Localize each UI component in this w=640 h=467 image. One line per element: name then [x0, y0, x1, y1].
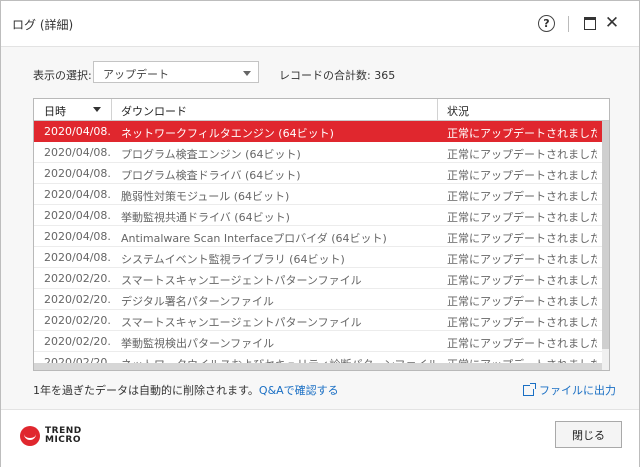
vertical-scrollbar[interactable]	[602, 121, 609, 370]
cell-download: 挙動監視検出パターンファイル	[121, 337, 275, 350]
cell-download: スマートスキャンエージェントパターンファイル	[121, 316, 362, 329]
table-row[interactable]: 2020/04/08... プログラム検査ドライバ (64ビット) 正常にアップデー…	[34, 163, 602, 184]
logo-line-2: MICRO	[45, 435, 81, 445]
table-row[interactable]: 2020/04/08... システムイベント監視ライブラリ (64ビット) 正常にア…	[34, 247, 602, 268]
table-row[interactable]: 2020/02/20... デジタル署名パターンファイル 正常にアップデートされまし…	[34, 289, 602, 310]
filter-select[interactable]: アップデート	[93, 61, 259, 83]
table-row[interactable]: 2020/04/08... プログラム検査エンジン (64ビット) 正常にアップデー…	[34, 142, 602, 163]
cell-download: Antimalware Scan Interfaceプロバイダ (64ビット)	[121, 232, 387, 245]
bottom-bar: TREND MICRO 閉じる	[1, 409, 639, 467]
table-row[interactable]: 2020/04/08... ネットワークフィルタエンジン (64ビット) 正常にアッ…	[34, 121, 602, 142]
log-table: 日時 ダウンロード 状況 2020/04/08... ネットワークフィルタエンジン…	[33, 98, 610, 371]
export-file-link[interactable]: ファイルに出力	[523, 382, 616, 398]
horizontal-scrollbar[interactable]	[34, 363, 602, 370]
external-link-icon	[523, 382, 536, 396]
vertical-scroll-thumb[interactable]	[602, 121, 609, 349]
column-divider[interactable]	[437, 99, 438, 120]
table-row[interactable]: 2020/02/20... スマートスキャンエージェントパターンファイル 正常にアッ…	[34, 310, 602, 331]
column-header-status[interactable]: 状況	[447, 103, 469, 119]
cell-date: 2020/04/08...	[44, 230, 112, 243]
cell-date: 2020/04/08...	[44, 188, 112, 201]
cell-date: 2020/02/20...	[44, 314, 112, 327]
cell-date: 2020/04/08...	[44, 167, 112, 180]
table-row[interactable]: 2020/04/08... Antimalware Scan Interfaceプ…	[34, 226, 602, 247]
cell-status: 正常にアップデートされました	[447, 127, 597, 140]
cell-status: 正常にアップデートされました	[447, 274, 597, 287]
horizontal-scroll-thumb[interactable]	[34, 363, 602, 370]
cell-date: 2020/02/20...	[44, 335, 112, 348]
close-button[interactable]: 閉じる	[555, 421, 622, 448]
chevron-down-icon	[243, 71, 251, 76]
cell-date: 2020/02/20...	[44, 293, 112, 306]
trend-micro-logo: TREND MICRO	[20, 426, 82, 446]
retention-note-text: 1年を過ぎたデータは自動的に削除されます。	[33, 384, 259, 397]
cell-status: 正常にアップデートされました	[447, 316, 597, 329]
maximize-icon[interactable]	[580, 13, 600, 33]
cell-download: スマートスキャンエージェントパターンファイル	[121, 274, 362, 287]
table-row[interactable]: 2020/02/20... 挙動監視検出パターンファイル 正常にアップデートされまし…	[34, 331, 602, 352]
titlebar-divider	[568, 16, 569, 32]
record-count: レコードの合計数: 365	[279, 69, 396, 82]
filter-selected-value: アップデート	[103, 68, 169, 81]
cell-status: 正常にアップデートされました	[447, 169, 597, 182]
cell-download: システムイベント監視ライブラリ (64ビット)	[121, 253, 345, 266]
cell-download: 脆弱性対策モジュール (64ビット)	[121, 190, 290, 203]
table-header: 日時 ダウンロード 状況	[34, 99, 609, 121]
help-icon[interactable]: ?	[538, 15, 555, 32]
qa-link[interactable]: Q&Aで確認する	[259, 384, 339, 397]
cell-download: 挙動監視共通ドライバ (64ビット)	[121, 211, 290, 224]
export-file-label: ファイルに出力	[539, 384, 616, 397]
cell-date: 2020/02/20...	[44, 272, 112, 285]
cell-status: 正常にアップデートされました	[447, 295, 597, 308]
cell-download: プログラム検査ドライバ (64ビット)	[121, 169, 301, 182]
column-header-download[interactable]: ダウンロード	[121, 103, 187, 119]
table-row[interactable]: 2020/04/08... 挙動監視共通ドライバ (64ビット) 正常にアップデート…	[34, 205, 602, 226]
column-header-date[interactable]: 日時	[44, 103, 66, 119]
title-bar: ログ (詳細) ? ✕	[1, 1, 639, 47]
retention-note: 1年を過ぎたデータは自動的に削除されます。Q&Aで確認する	[33, 382, 339, 398]
logo-text: TREND MICRO	[45, 427, 82, 445]
cell-status: 正常にアップデートされました	[447, 253, 597, 266]
cell-status: 正常にアップデートされました	[447, 148, 597, 161]
cell-status: 正常にアップデートされました	[447, 232, 597, 245]
table-row[interactable]: 2020/04/08... 脆弱性対策モジュール (64ビット) 正常にアップデート…	[34, 184, 602, 205]
trend-micro-logo-icon	[20, 426, 40, 446]
table-body: 2020/04/08... ネットワークフィルタエンジン (64ビット) 正常にアッ…	[34, 121, 602, 370]
cell-date: 2020/04/08...	[44, 251, 112, 264]
log-detail-window: ログ (詳細) ? ✕ 表示の選択: アップデート レコードの合計数: 365 …	[0, 0, 640, 467]
cell-status: 正常にアップデートされました	[447, 337, 597, 350]
cell-download: ネットワークフィルタエンジン (64ビット)	[121, 127, 334, 140]
cell-status: 正常にアップデートされました	[447, 211, 597, 224]
column-divider[interactable]	[111, 99, 112, 120]
cell-date: 2020/04/08...	[44, 125, 112, 138]
cell-download: デジタル署名パターンファイル	[121, 295, 274, 308]
filter-label: 表示の選択:	[33, 69, 92, 82]
cell-date: 2020/04/08...	[44, 146, 112, 159]
window-title: ログ (詳細)	[12, 18, 74, 32]
close-icon[interactable]: ✕	[602, 13, 622, 33]
cell-status: 正常にアップデートされました	[447, 190, 597, 203]
sort-desc-icon[interactable]	[93, 107, 101, 112]
cell-download: プログラム検査エンジン (64ビット)	[121, 148, 301, 161]
cell-date: 2020/04/08...	[44, 209, 112, 222]
table-row[interactable]: 2020/02/20... スマートスキャンエージェントパターンファイル 正常にアッ…	[34, 268, 602, 289]
